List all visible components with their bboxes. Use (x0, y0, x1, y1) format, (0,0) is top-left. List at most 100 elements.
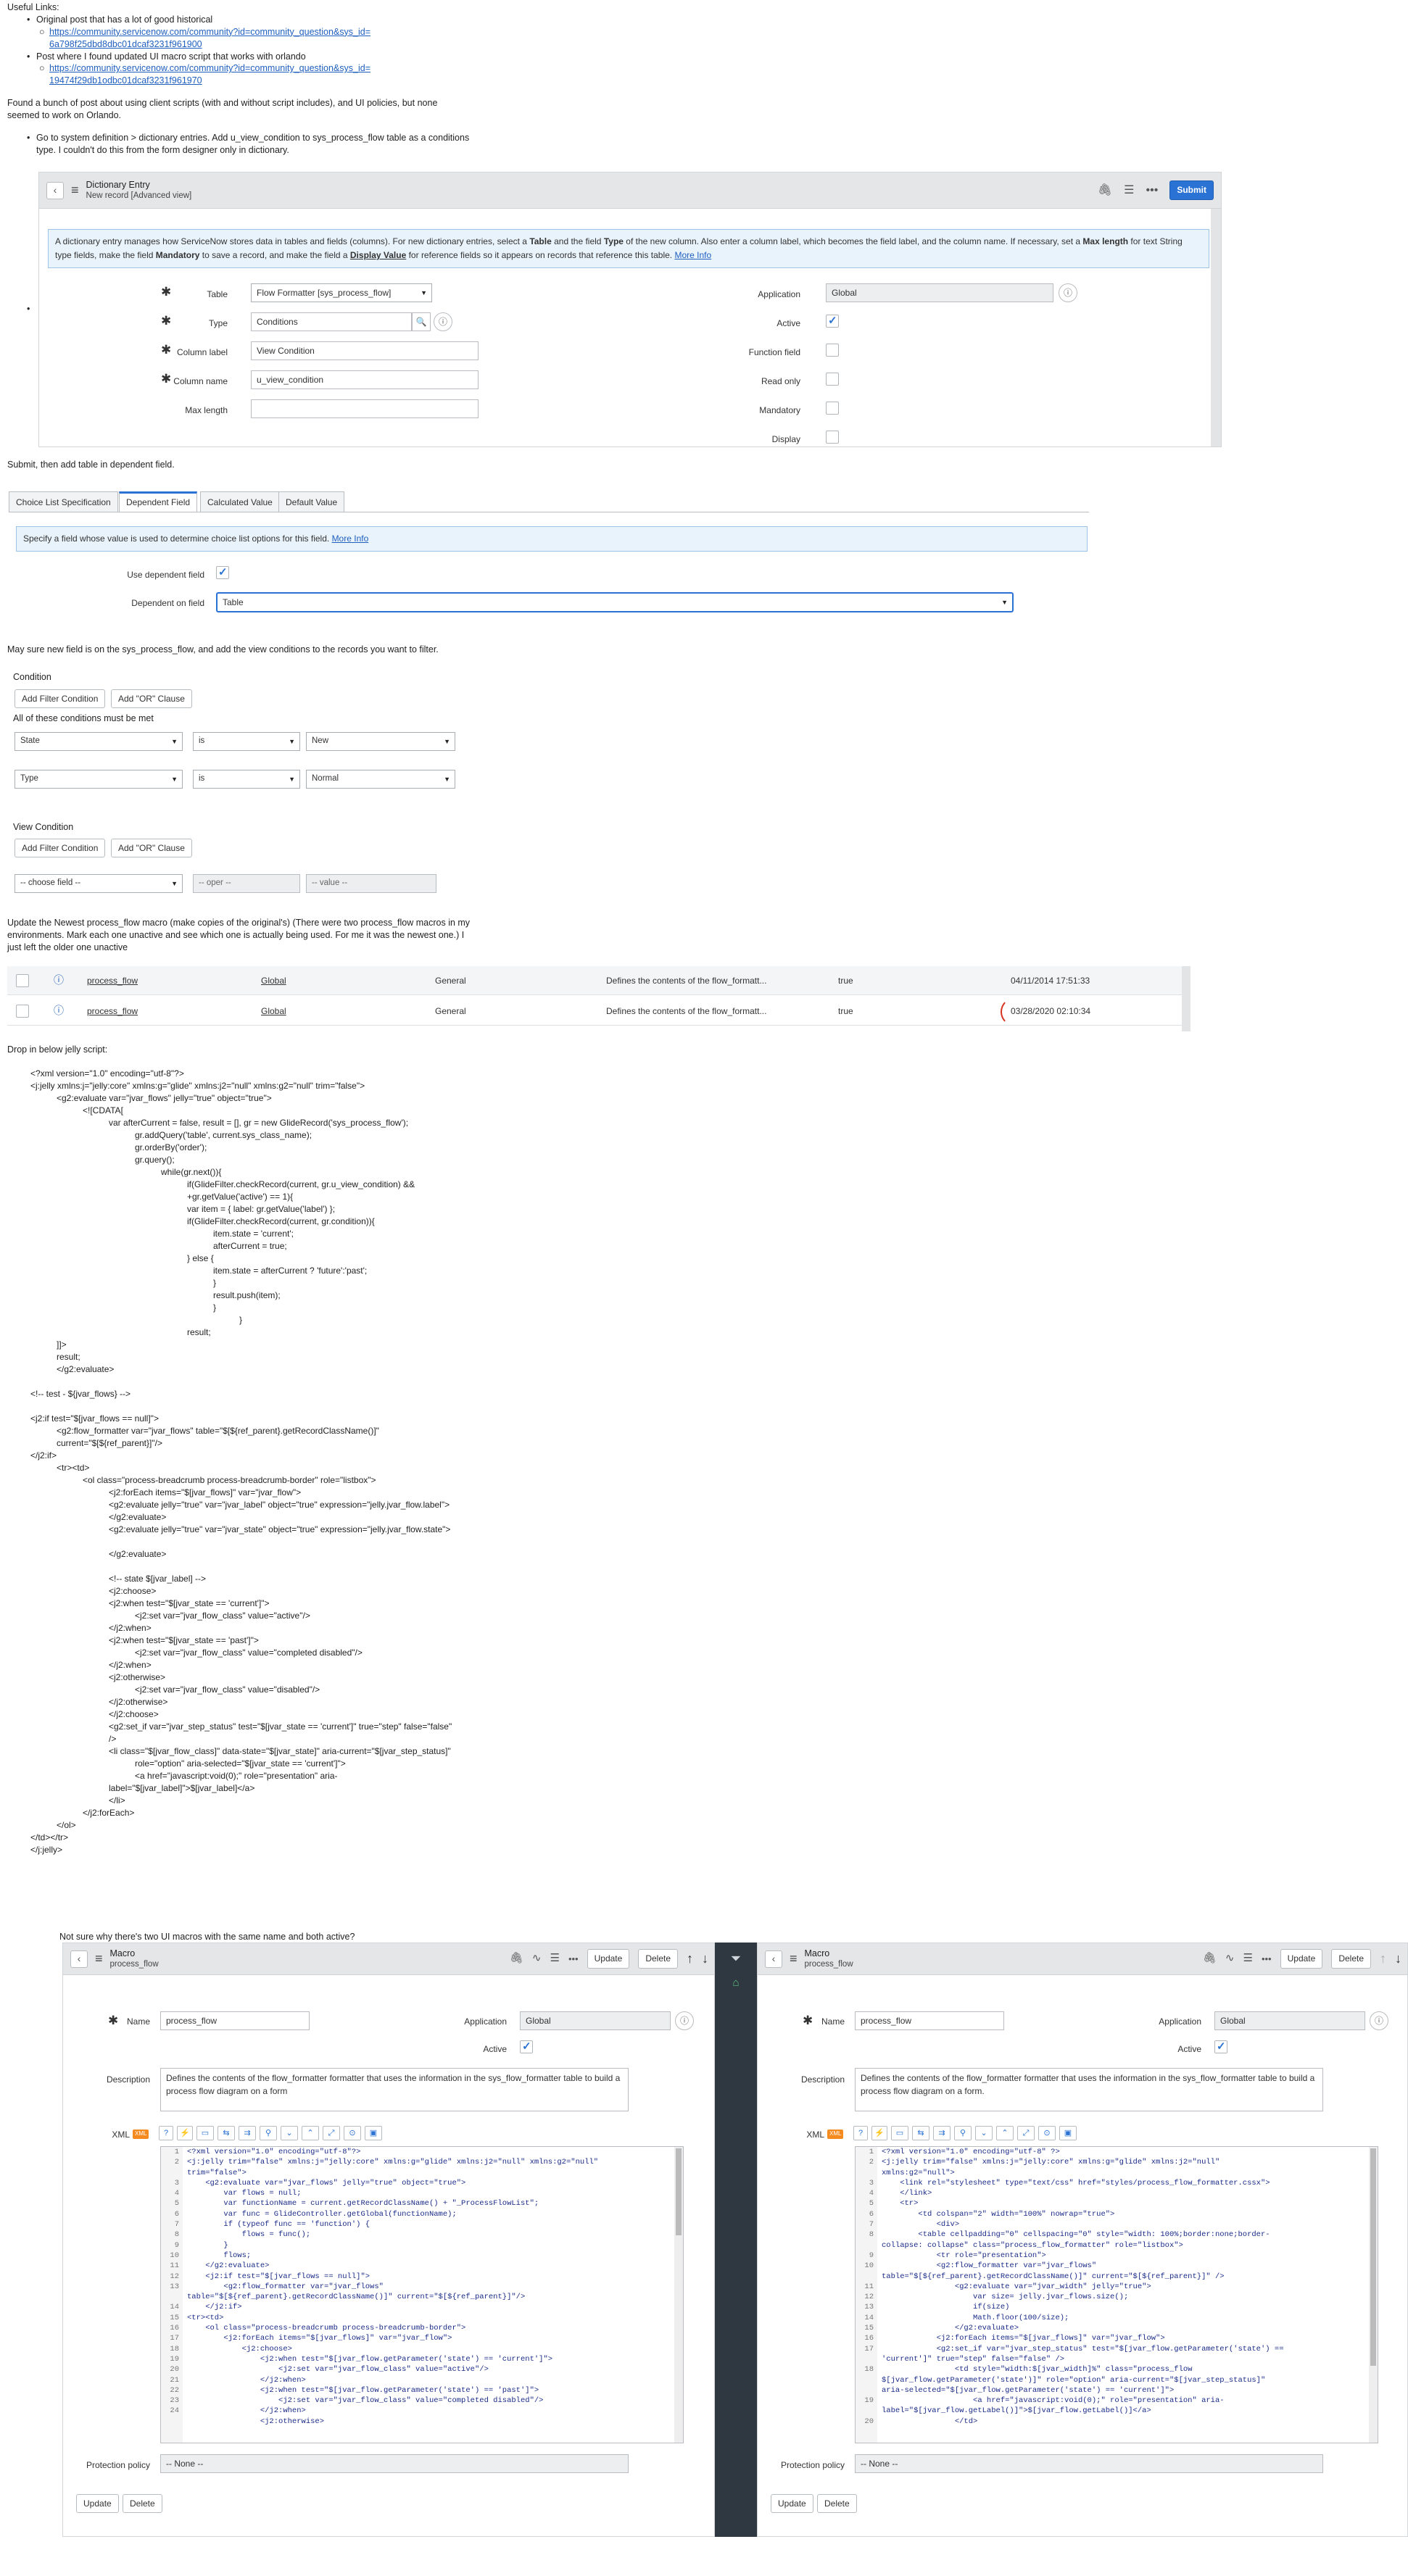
info-icon[interactable]: ⓘ (1059, 283, 1077, 302)
delete-button[interactable]: Delete (123, 2494, 162, 2514)
help-icon[interactable]: ? (159, 2126, 173, 2140)
name-input[interactable]: process_flow (160, 2011, 310, 2030)
chevron-up-icon[interactable]: ⌃ (996, 2126, 1014, 2140)
column-label-input[interactable]: View Condition (251, 341, 479, 360)
back-button[interactable]: ‹ (70, 1950, 88, 1968)
chevron-down-icon[interactable]: ⌄ (975, 2126, 993, 2140)
activity-icon[interactable]: ∿ (1225, 1951, 1235, 1966)
paperclip-icon[interactable]: 🖇 (510, 1951, 523, 1966)
update-button[interactable]: Update (587, 1949, 630, 1969)
table-row[interactable]: ⓘ process_flow Global General Defines th… (7, 966, 1190, 995)
format-icon[interactable]: ⚡ (871, 2126, 887, 2140)
expand-icon[interactable]: ⤢ (1017, 2126, 1035, 2140)
arrow-down-icon[interactable]: ↓ (702, 1950, 708, 1967)
add-filter-button[interactable]: Add Filter Condition (15, 689, 106, 709)
description-input[interactable]: Defines the contents of the flow_formatt… (160, 2068, 629, 2111)
format-icon[interactable]: ⚡ (177, 2126, 193, 2140)
delete-button[interactable]: Delete (817, 2494, 857, 2514)
submit-button[interactable]: Submit (1169, 180, 1214, 200)
scrollbar[interactable] (1211, 209, 1221, 446)
update-button[interactable]: Update (771, 2494, 813, 2514)
paperclip-icon[interactable]: 🖇 (1098, 183, 1112, 199)
delete-button[interactable]: Delete (1331, 1949, 1371, 1969)
activity-icon[interactable]: ∿ (532, 1951, 542, 1966)
search-icon[interactable]: 🔍 (412, 312, 431, 331)
name-input[interactable]: process_flow (855, 2011, 1004, 2030)
delete-button[interactable]: Delete (638, 1949, 678, 1969)
view-field-select[interactable]: -- choose field -- (15, 874, 183, 893)
hamburger-icon[interactable]: ≡ (790, 1950, 798, 1967)
tab-dependent-field[interactable]: Dependent Field (119, 491, 198, 512)
search-icon[interactable]: ⚲ (954, 2126, 972, 2140)
description-input[interactable]: Defines the contents of the flow_formatt… (855, 2068, 1323, 2111)
settings-sliders-icon[interactable]: ☰ (1243, 1951, 1253, 1966)
chevron-up-icon[interactable]: ⌃ (302, 2126, 319, 2140)
row-checkbox[interactable] (16, 1005, 29, 1018)
expand-icon[interactable]: ⤢ (323, 2126, 340, 2140)
more-options-icon[interactable]: ••• (1262, 1953, 1272, 1966)
more-options-icon[interactable]: ••• (568, 1953, 579, 1966)
cell-application[interactable]: Global (261, 975, 286, 986)
scrollbar[interactable] (1369, 2147, 1378, 2443)
replace-icon[interactable]: ⇆ (912, 2126, 929, 2140)
script-debug-icon[interactable]: ⊙ (1038, 2126, 1056, 2140)
dependent-on-select[interactable]: Table (216, 592, 1014, 612)
home-icon[interactable]: ⌂ (715, 1976, 757, 1990)
xml-editor[interactable]: 1 2 3 4 5 6 7 8 9 10 11 12 13 14 15 16 1… (855, 2146, 1378, 2443)
condition-operator-select[interactable]: is (193, 770, 300, 789)
scrollbar[interactable] (674, 2147, 683, 2443)
condition-value-select[interactable]: New (306, 732, 455, 751)
max-length-input[interactable] (251, 399, 479, 418)
info-icon[interactable]: ⓘ (1370, 2011, 1388, 2030)
arrow-up-icon[interactable]: ↑ (687, 1950, 693, 1967)
display-checkbox[interactable] (826, 431, 839, 444)
tab-calculated-value[interactable]: Calculated Value (200, 491, 280, 512)
save-icon[interactable]: ▣ (365, 2126, 382, 2140)
read-only-checkbox[interactable] (826, 373, 839, 386)
more-info-link[interactable]: More Info (674, 250, 711, 260)
back-button[interactable]: ‹ (46, 181, 64, 199)
replace-icon[interactable]: ⇆ (218, 2126, 235, 2140)
settings-sliders-icon[interactable]: ☰ (1124, 183, 1134, 199)
function-field-checkbox[interactable] (826, 344, 839, 357)
filter-icon[interactable]: ⏷ (715, 1950, 757, 1967)
settings-sliders-icon[interactable]: ☰ (550, 1951, 560, 1966)
arrow-up-icon[interactable]: ↑ (1380, 1950, 1386, 1967)
comment-icon[interactable]: ▭ (196, 2126, 214, 2140)
add-filter-button[interactable]: Add Filter Condition (15, 839, 106, 858)
update-button[interactable]: Update (76, 2494, 119, 2514)
info-icon[interactable]: ⓘ (675, 2011, 694, 2030)
mandatory-checkbox[interactable] (826, 402, 839, 415)
hamburger-icon[interactable]: ≡ (71, 181, 79, 199)
replace-all-icon[interactable]: ⇉ (933, 2126, 951, 2140)
community-link-2[interactable]: https://community.servicenow.com/communi… (49, 63, 370, 86)
save-icon[interactable]: ▣ (1059, 2126, 1077, 2140)
update-button[interactable]: Update (1280, 1949, 1323, 1969)
row-checkbox[interactable] (16, 974, 29, 987)
cell-name[interactable]: process_flow (87, 975, 138, 986)
info-icon[interactable]: ⓘ (434, 312, 452, 331)
condition-field-select[interactable]: Type (15, 770, 183, 789)
add-or-button[interactable]: Add "OR" Clause (111, 839, 192, 858)
search-icon[interactable]: ⚲ (260, 2126, 277, 2140)
condition-field-select[interactable]: State (15, 732, 183, 751)
chevron-down-icon[interactable]: ⌄ (281, 2126, 298, 2140)
replace-all-icon[interactable]: ⇉ (239, 2126, 256, 2140)
protection-select[interactable]: -- None -- (855, 2454, 1323, 2473)
add-or-button[interactable]: Add "OR" Clause (111, 689, 192, 709)
info-icon[interactable]: ⓘ (54, 973, 64, 987)
use-dependent-checkbox[interactable] (216, 565, 229, 580)
script-debug-icon[interactable]: ⊙ (344, 2126, 361, 2140)
more-options-icon[interactable]: ••• (1146, 183, 1159, 199)
active-checkbox[interactable] (1214, 2040, 1227, 2054)
protection-select[interactable]: -- None -- (160, 2454, 629, 2473)
info-icon[interactable]: ⓘ (54, 1004, 64, 1018)
back-button[interactable]: ‹ (765, 1950, 782, 1968)
paperclip-icon[interactable]: 🖇 (1203, 1951, 1217, 1966)
cell-application[interactable]: Global (261, 1005, 286, 1017)
comment-icon[interactable]: ▭ (891, 2126, 908, 2140)
active-checkbox[interactable] (826, 314, 839, 328)
xml-editor[interactable]: 1 2 3 4 5 6 7 8 9 10 11 12 13 14 15 16 1… (160, 2146, 684, 2443)
table-select[interactable]: Flow Formatter [sys_process_flow] (251, 283, 432, 302)
more-info-link[interactable]: More Info (332, 533, 369, 544)
